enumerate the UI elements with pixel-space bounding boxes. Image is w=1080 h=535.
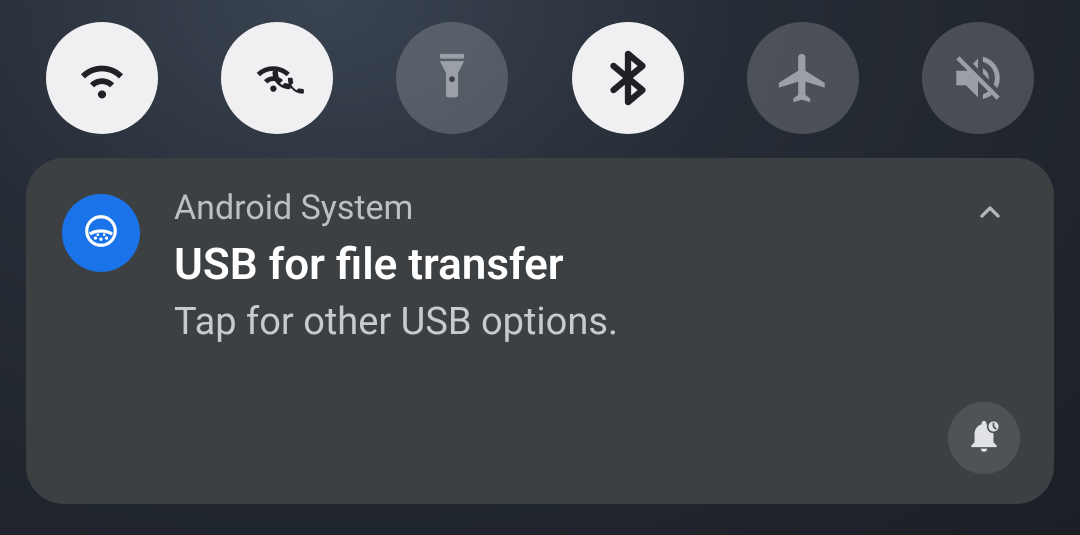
notification-title: USB for file transfer [174, 238, 1018, 290]
wifi-calling-icon [248, 49, 306, 107]
notification-app-icon [62, 194, 140, 272]
bluetooth-icon [599, 49, 657, 107]
qs-tile-wifi[interactable] [46, 22, 158, 134]
system-settings-icon [82, 212, 120, 254]
chevron-up-icon [974, 196, 1006, 232]
notification-app-name: Android System [174, 188, 1018, 228]
bell-snooze-icon [965, 417, 1003, 459]
notification-settings-button[interactable] [948, 402, 1020, 474]
qs-tile-mute[interactable] [922, 22, 1034, 134]
mute-icon [949, 49, 1007, 107]
collapse-button[interactable] [970, 194, 1010, 234]
notification-header: Android System USB for file transfer Tap… [62, 188, 1018, 344]
notification-card[interactable]: Android System USB for file transfer Tap… [26, 158, 1054, 504]
qs-tile-bluetooth[interactable] [572, 22, 684, 134]
wifi-icon [73, 49, 131, 107]
airplane-icon [774, 49, 832, 107]
qs-tile-airplane-mode[interactable] [747, 22, 859, 134]
quick-settings-row [0, 0, 1080, 134]
qs-tile-wifi-calling[interactable] [221, 22, 333, 134]
flashlight-icon [423, 49, 481, 107]
notification-body: Tap for other USB options. [174, 300, 1018, 344]
notification-text: Android System USB for file transfer Tap… [174, 188, 1018, 344]
qs-tile-flashlight[interactable] [396, 22, 508, 134]
